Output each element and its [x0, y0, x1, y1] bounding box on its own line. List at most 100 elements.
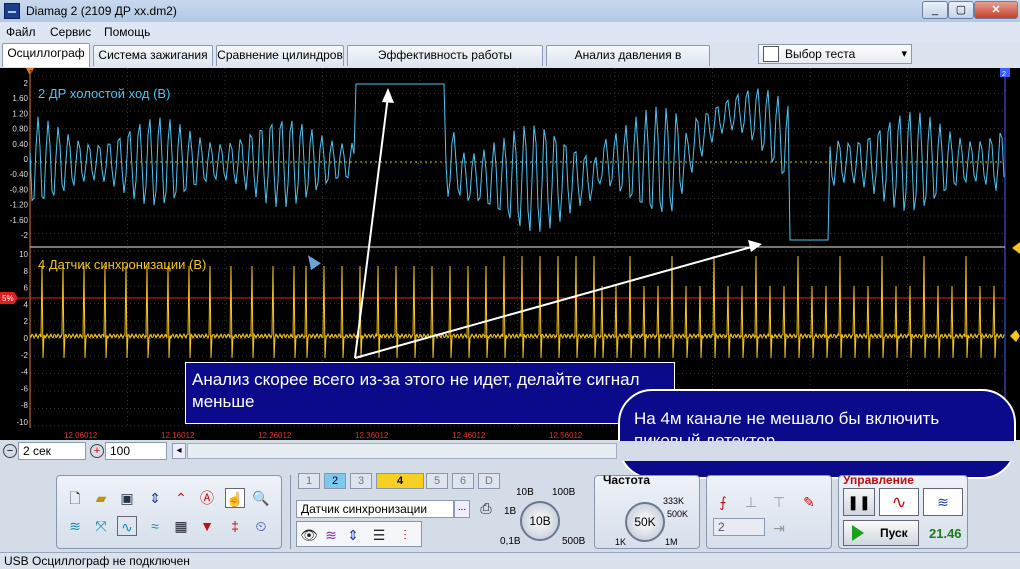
- maximize-button[interactable]: ▢: [948, 1, 974, 19]
- eye-icon[interactable]: 👁: [299, 525, 319, 545]
- autoscale-icon[interactable]: ⌃: [171, 488, 191, 508]
- trigger-arrows-icon[interactable]: ⇥: [769, 518, 789, 538]
- start-button[interactable]: Пуск: [843, 520, 919, 546]
- timebase-bar: − 2 сек + 100 ◂: [0, 441, 1020, 461]
- frequency-title: Частота: [603, 473, 651, 487]
- save-icon[interactable]: ▣: [117, 488, 137, 508]
- zoom-select[interactable]: 100: [105, 442, 167, 460]
- trigger-down-icon[interactable]: ⊤: [769, 492, 789, 512]
- menu-service[interactable]: Сервис: [50, 25, 91, 39]
- compress-icon[interactable]: ⤧: [91, 516, 111, 536]
- timebase-select[interactable]: 2 сек: [18, 442, 86, 460]
- time-tick-label: 12.36012: [355, 431, 389, 440]
- trigger-up-icon[interactable]: ⊥: [741, 492, 761, 512]
- invert-icon[interactable]: ≋: [321, 525, 341, 545]
- channel-button-5[interactable]: 5: [426, 473, 448, 489]
- ch2-tick-label: 2: [24, 79, 29, 88]
- sensor-select[interactable]: Датчик синхронизации: [296, 500, 454, 518]
- ch4-tick-label: 0: [24, 334, 29, 343]
- ch2-tick-label: 0.40: [12, 140, 28, 149]
- test-select[interactable]: Выбор теста ▾: [758, 44, 912, 64]
- hand-tool-icon[interactable]: ☝: [225, 488, 245, 508]
- pause-button[interactable]: ❚❚: [843, 488, 875, 516]
- channels-icon[interactable]: ≋: [65, 516, 85, 536]
- tools-panel: 🗋 ▰ ▣ ⇕ ⌃ Ⓐ ☝ 🔍 ≋ ⤧ ∿ ≈ ▦ ▼ ‡ ⏲: [56, 475, 282, 549]
- channel-button-1[interactable]: 1: [298, 473, 320, 489]
- status-text: USB Осциллограф не подключен: [4, 554, 190, 568]
- sensor-more-button[interactable]: ...: [454, 500, 470, 518]
- single-sweep-button[interactable]: ∿: [879, 488, 919, 516]
- ch2-tick-label: 1.60: [12, 94, 28, 103]
- overlay-icon[interactable]: ≈: [145, 516, 165, 536]
- channel-panel-edge: [290, 475, 294, 549]
- ch2-tick-label: -0.40: [10, 170, 29, 179]
- start-label: Пуск: [880, 526, 908, 540]
- control-title: Управление: [843, 473, 914, 487]
- ch4-offset-marker: [1010, 330, 1020, 342]
- ch2-tick-label: 1.20: [12, 109, 28, 118]
- ch2-label: 2 ДР холостой ход (В): [38, 86, 170, 101]
- waveform-icon[interactable]: ∿: [117, 516, 137, 536]
- menu-help[interactable]: Помощь: [104, 25, 150, 39]
- channel-button-3[interactable]: 3: [350, 473, 372, 489]
- scroll-left-button[interactable]: ◂: [172, 443, 186, 459]
- zoom-value: 100: [110, 444, 131, 458]
- peak-detector-icon[interactable]: ⫶: [395, 525, 415, 545]
- table-icon[interactable]: ▦: [171, 516, 191, 536]
- time-tick-label: 12.26012: [258, 431, 292, 440]
- tab-ignition[interactable]: Система зажигания: [93, 45, 213, 66]
- vertical-shift-icon[interactable]: ⇕: [343, 525, 363, 545]
- new-file-icon[interactable]: 🗋: [65, 488, 85, 508]
- tab-cylinder-compare[interactable]: Сравнение цилиндров: [216, 45, 344, 66]
- fps-counter: 21.46: [929, 526, 962, 541]
- app-icon: [4, 3, 20, 19]
- close-button[interactable]: ✕: [974, 1, 1018, 19]
- channel-button-2[interactable]: 2: [324, 473, 346, 489]
- window-title: Diamag 2 (2109 ДР хх.dm2): [26, 4, 177, 18]
- zoom-in-icon[interactable]: +: [90, 444, 104, 458]
- ch2-tick-label: -1.60: [10, 216, 29, 225]
- tab-oscilloscope[interactable]: Осциллограф: [2, 43, 90, 67]
- ch2-tick-label: 0: [24, 155, 29, 164]
- frequency-panel: Частота 333K 500K 1K 1M 50K: [594, 473, 700, 549]
- cursor-icon[interactable]: ‡: [225, 516, 245, 536]
- ch2-y-ticks: 2 1.60 1.20 0.80 0.40 0 -0.40 -0.80 -1.20 -1.60 -2: [10, 79, 29, 240]
- time-tick-label: 12.46012: [452, 431, 486, 440]
- continuous-sweep-button[interactable]: ≋: [923, 488, 963, 516]
- scale-vertical-icon[interactable]: ⇕: [145, 488, 165, 508]
- freq-label-1m: 1M: [665, 537, 678, 547]
- ch4-tick-label: 10: [19, 250, 28, 259]
- ch4-tick-label: -8: [21, 401, 29, 410]
- channel-button-D[interactable]: D: [478, 473, 500, 489]
- zoom-out-icon[interactable]: −: [3, 444, 17, 458]
- filter-lines-icon[interactable]: ☰: [369, 525, 389, 545]
- auto-icon[interactable]: Ⓐ: [197, 488, 217, 508]
- sensor-settings-icon[interactable]: ⎙: [476, 498, 496, 518]
- zoom-tool-icon[interactable]: 🔍: [251, 488, 271, 508]
- trigger-auto-icon[interactable]: ✎: [799, 492, 819, 512]
- channel-button-4[interactable]: 4: [376, 473, 424, 489]
- menu-file[interactable]: Файл: [6, 25, 36, 39]
- test-select-label: Выбор теста: [785, 47, 856, 61]
- minimize-button[interactable]: _: [922, 1, 948, 19]
- ch2-tick-label: -2: [21, 231, 29, 240]
- range-label-100v: 100В: [552, 487, 576, 498]
- open-folder-icon[interactable]: ▰: [91, 488, 111, 508]
- time-scrollbar[interactable]: [187, 443, 617, 459]
- title-bar: Diamag 2 (2109 ДР хх.dm2) _ ▢ ✕: [0, 0, 1020, 22]
- channel-tools: 👁 ≋ ⇕ ☰ ⫶: [296, 521, 422, 547]
- ch4-tick-label: 4: [24, 300, 29, 309]
- range-knob[interactable]: 10В: [520, 501, 560, 541]
- tab-pressure-analysis[interactable]: Анализ давления в цилиндре: [546, 45, 710, 81]
- ch4-y-ticks: 10 8 6 4 2 0 -2 -4 -6 -8 -10: [16, 250, 28, 427]
- frequency-knob[interactable]: 50K: [625, 502, 665, 542]
- trigger-channel-select[interactable]: 2: [713, 518, 765, 536]
- freq-label-1k: 1K: [615, 537, 627, 547]
- ch4-tick-label: 8: [24, 267, 29, 276]
- range-label-500v: 500В: [562, 536, 586, 547]
- channel-button-6[interactable]: 6: [452, 473, 474, 489]
- auto-timer-icon[interactable]: ⏲: [251, 516, 271, 536]
- tab-cylinder-efficiency[interactable]: Эффективность работы цилиндров: [347, 45, 543, 81]
- rising-edge-icon[interactable]: ⨍: [713, 492, 733, 512]
- filter-icon[interactable]: ▼: [197, 516, 217, 536]
